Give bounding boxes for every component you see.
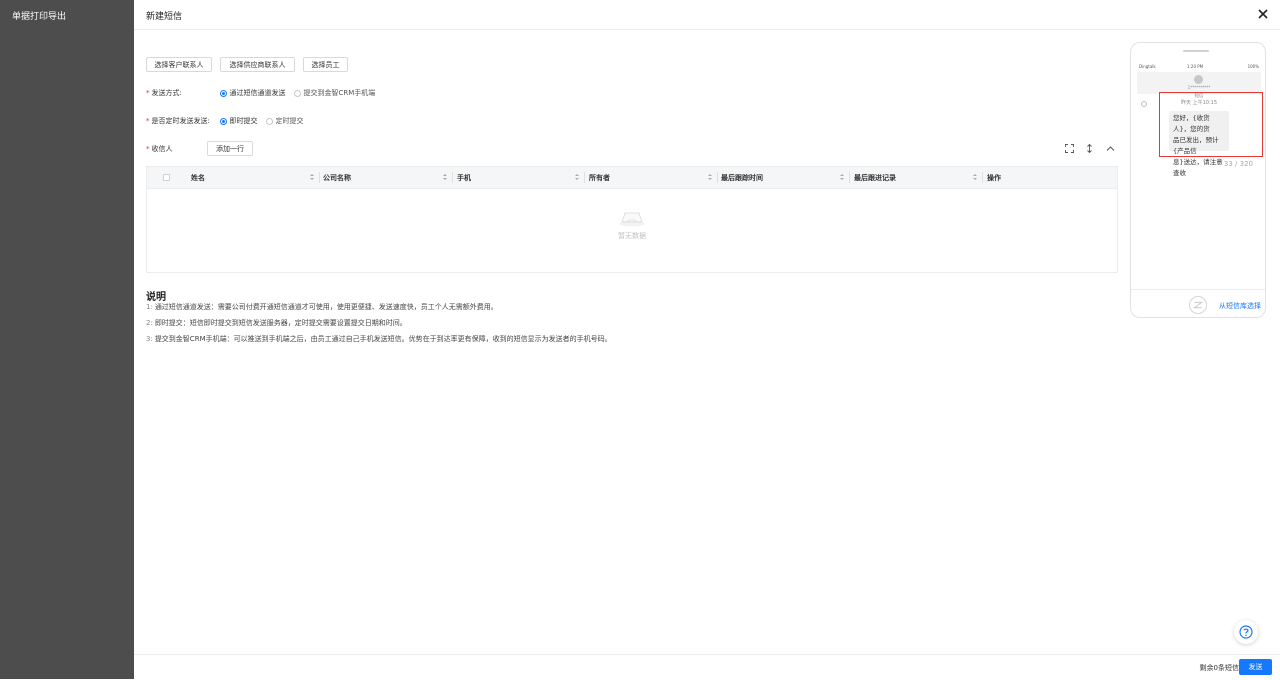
column-header-last-track-time[interactable]: 最后跟踪时间 <box>721 167 763 188</box>
note-number: 3: <box>146 335 153 343</box>
note-text: 提交到金智CRM手机端：可以推送到手机端之后，由员工通过自己手机发送短信。优势在… <box>154 335 612 343</box>
row-height-icon[interactable] <box>1085 144 1094 153</box>
column-header-owner[interactable]: 所有者 <box>589 167 610 188</box>
required-mark: * <box>146 117 150 125</box>
column-header-company[interactable]: 公司名称 <box>323 167 351 188</box>
send-method-label: 发送方式: <box>151 89 182 97</box>
column-separator <box>982 172 983 183</box>
radio-label: 定时提交 <box>275 117 304 125</box>
radio-immediate[interactable]: 即时提交 <box>219 116 258 126</box>
note-text: 通过短信通道发送：需要公司付费开通短信通道才可使用，使用更便捷、发送速度快，员工… <box>154 303 498 311</box>
collapse-chevron-up-icon[interactable] <box>1106 144 1115 153</box>
drawer-header: 新建短信 <box>134 0 1280 30</box>
column-header-last-follow-record[interactable]: 最后跟进记录 <box>854 167 896 188</box>
select-employee-button[interactable]: 选择员工 <box>303 57 348 72</box>
note-item: 1: 通过短信通道发送：需要公司付费开通短信通道才可使用，使用更便捷、发送速度快，… <box>146 302 498 312</box>
note-number: 1: <box>146 303 153 311</box>
status-carrier: Dingtalk <box>1139 64 1156 69</box>
empty-text: 暂无数据 <box>618 232 646 240</box>
new-sms-drawer: 新建短信 选择客户联系人 选择供应商联系人 选择员工 * 发送方式: 通过短信通… <box>134 0 1280 679</box>
scheduled-send-label: 是否定时发送发送: <box>151 117 210 125</box>
note-item: 2: 即时提交：短信即时提交到短信发送服务器，定时提交需要设置提交日期和时间。 <box>146 318 407 328</box>
column-separator <box>717 172 718 183</box>
fullscreen-icon[interactable] <box>1065 144 1074 153</box>
sort-icon[interactable] <box>574 172 580 182</box>
select-from-sms-library-link[interactable]: 从短信库选择 <box>1219 301 1261 311</box>
phone-nav-bar: 1********** <box>1137 72 1261 94</box>
question-mark-icon <box>1239 625 1253 639</box>
column-header-phone[interactable]: 手机 <box>457 167 471 188</box>
send-method-row: * 发送方式: 通过短信通道发送 提交到金智CRM手机端 <box>146 88 383 98</box>
backdrop-page-title: 单据打印导出 <box>12 12 67 22</box>
column-header-actions: 操作 <box>987 173 1001 182</box>
radio-sms-channel[interactable]: 通过短信通道发送 <box>219 88 286 98</box>
sms-template-icon[interactable] <box>1189 296 1207 314</box>
required-mark: * <box>146 145 150 153</box>
empty-inbox-icon <box>619 212 645 227</box>
phone-preview: Dingtalk 1:20 PM 100% 1********** 短信 昨天 … <box>1130 42 1266 318</box>
sort-icon[interactable] <box>972 172 978 182</box>
table-header: 姓名 公司名称 手机 所有者 最后跟踪时间 最后跟进记录 操作 <box>147 167 1117 189</box>
note-text: 即时提交：短信即时提交到短信发送服务器，定时提交需要设置提交日期和时间。 <box>154 319 407 327</box>
column-separator <box>452 172 453 183</box>
bubble-line: 息}送达，请注意查收 <box>1173 158 1223 177</box>
radio-label: 提交到金智CRM手机端 <box>303 89 376 97</box>
phone-status-bar: Dingtalk 1:20 PM 100% <box>1137 63 1261 71</box>
radio-scheduled[interactable]: 定时提交 <box>265 116 304 126</box>
radio-dot <box>293 89 301 97</box>
column-separator <box>849 172 850 183</box>
column-separator <box>584 172 585 183</box>
required-mark: * <box>146 89 150 97</box>
radio-label: 即时提交 <box>229 117 258 125</box>
sort-icon[interactable] <box>442 172 448 182</box>
recipients-table: 姓名 公司名称 手机 所有者 最后跟踪时间 最后跟进记录 操作 暂无数据 <box>146 166 1118 273</box>
select-supplier-contact-button[interactable]: 选择供应商联系人 <box>220 57 295 72</box>
scheduled-send-row: * 是否定时发送发送: 即时提交 定时提交 <box>146 116 312 126</box>
sender-avatar-icon <box>1141 101 1147 107</box>
note-number: 2: <box>146 319 153 327</box>
select-customer-contact-button[interactable]: 选择客户联系人 <box>146 57 212 72</box>
contact-number: 1********** <box>1187 85 1211 90</box>
add-row-button[interactable]: 添加一行 <box>207 141 253 156</box>
notes-title: 说明 <box>146 292 166 303</box>
note-item: 3: 提交到金智CRM手机端：可以推送到手机端之后，由员工通过自己手机发送短信。优… <box>146 334 612 344</box>
remaining-sms-count: 剩余0条短信 <box>1199 664 1239 672</box>
radio-dot <box>265 117 273 125</box>
recipients-label: 收信人 <box>151 145 173 153</box>
phone-divider <box>1131 289 1265 290</box>
message-highlight-box <box>1159 92 1263 157</box>
column-header-name[interactable]: 姓名 <box>191 167 205 188</box>
send-button[interactable]: 发送 <box>1239 659 1272 675</box>
status-time: 1:20 PM <box>1187 64 1204 69</box>
dimmed-backdrop[interactable]: 单据打印导出 <box>0 0 134 679</box>
radio-dot <box>219 89 227 97</box>
recipients-row: * 收信人 <box>146 144 209 154</box>
sort-icon[interactable] <box>707 172 713 182</box>
sort-icon[interactable] <box>839 172 845 182</box>
phone-speaker <box>1183 50 1209 52</box>
close-icon[interactable] <box>1256 7 1270 21</box>
radio-label: 通过短信通道发送 <box>229 89 286 97</box>
sort-icon[interactable] <box>309 172 315 182</box>
help-button[interactable] <box>1234 620 1258 644</box>
contact-avatar <box>1194 75 1203 84</box>
table-empty-state: 暂无数据 <box>147 207 1117 241</box>
drawer-footer: 剩余0条短信 发送 <box>134 654 1280 680</box>
drawer-title: 新建短信 <box>146 12 183 22</box>
character-counter: 33 / 320 <box>1223 160 1253 168</box>
radio-dot <box>219 117 227 125</box>
radio-crm-mobile[interactable]: 提交到金智CRM手机端 <box>293 88 376 98</box>
status-battery: 100% <box>1247 64 1259 69</box>
select-all-checkbox[interactable] <box>163 174 170 181</box>
column-separator <box>319 172 320 183</box>
